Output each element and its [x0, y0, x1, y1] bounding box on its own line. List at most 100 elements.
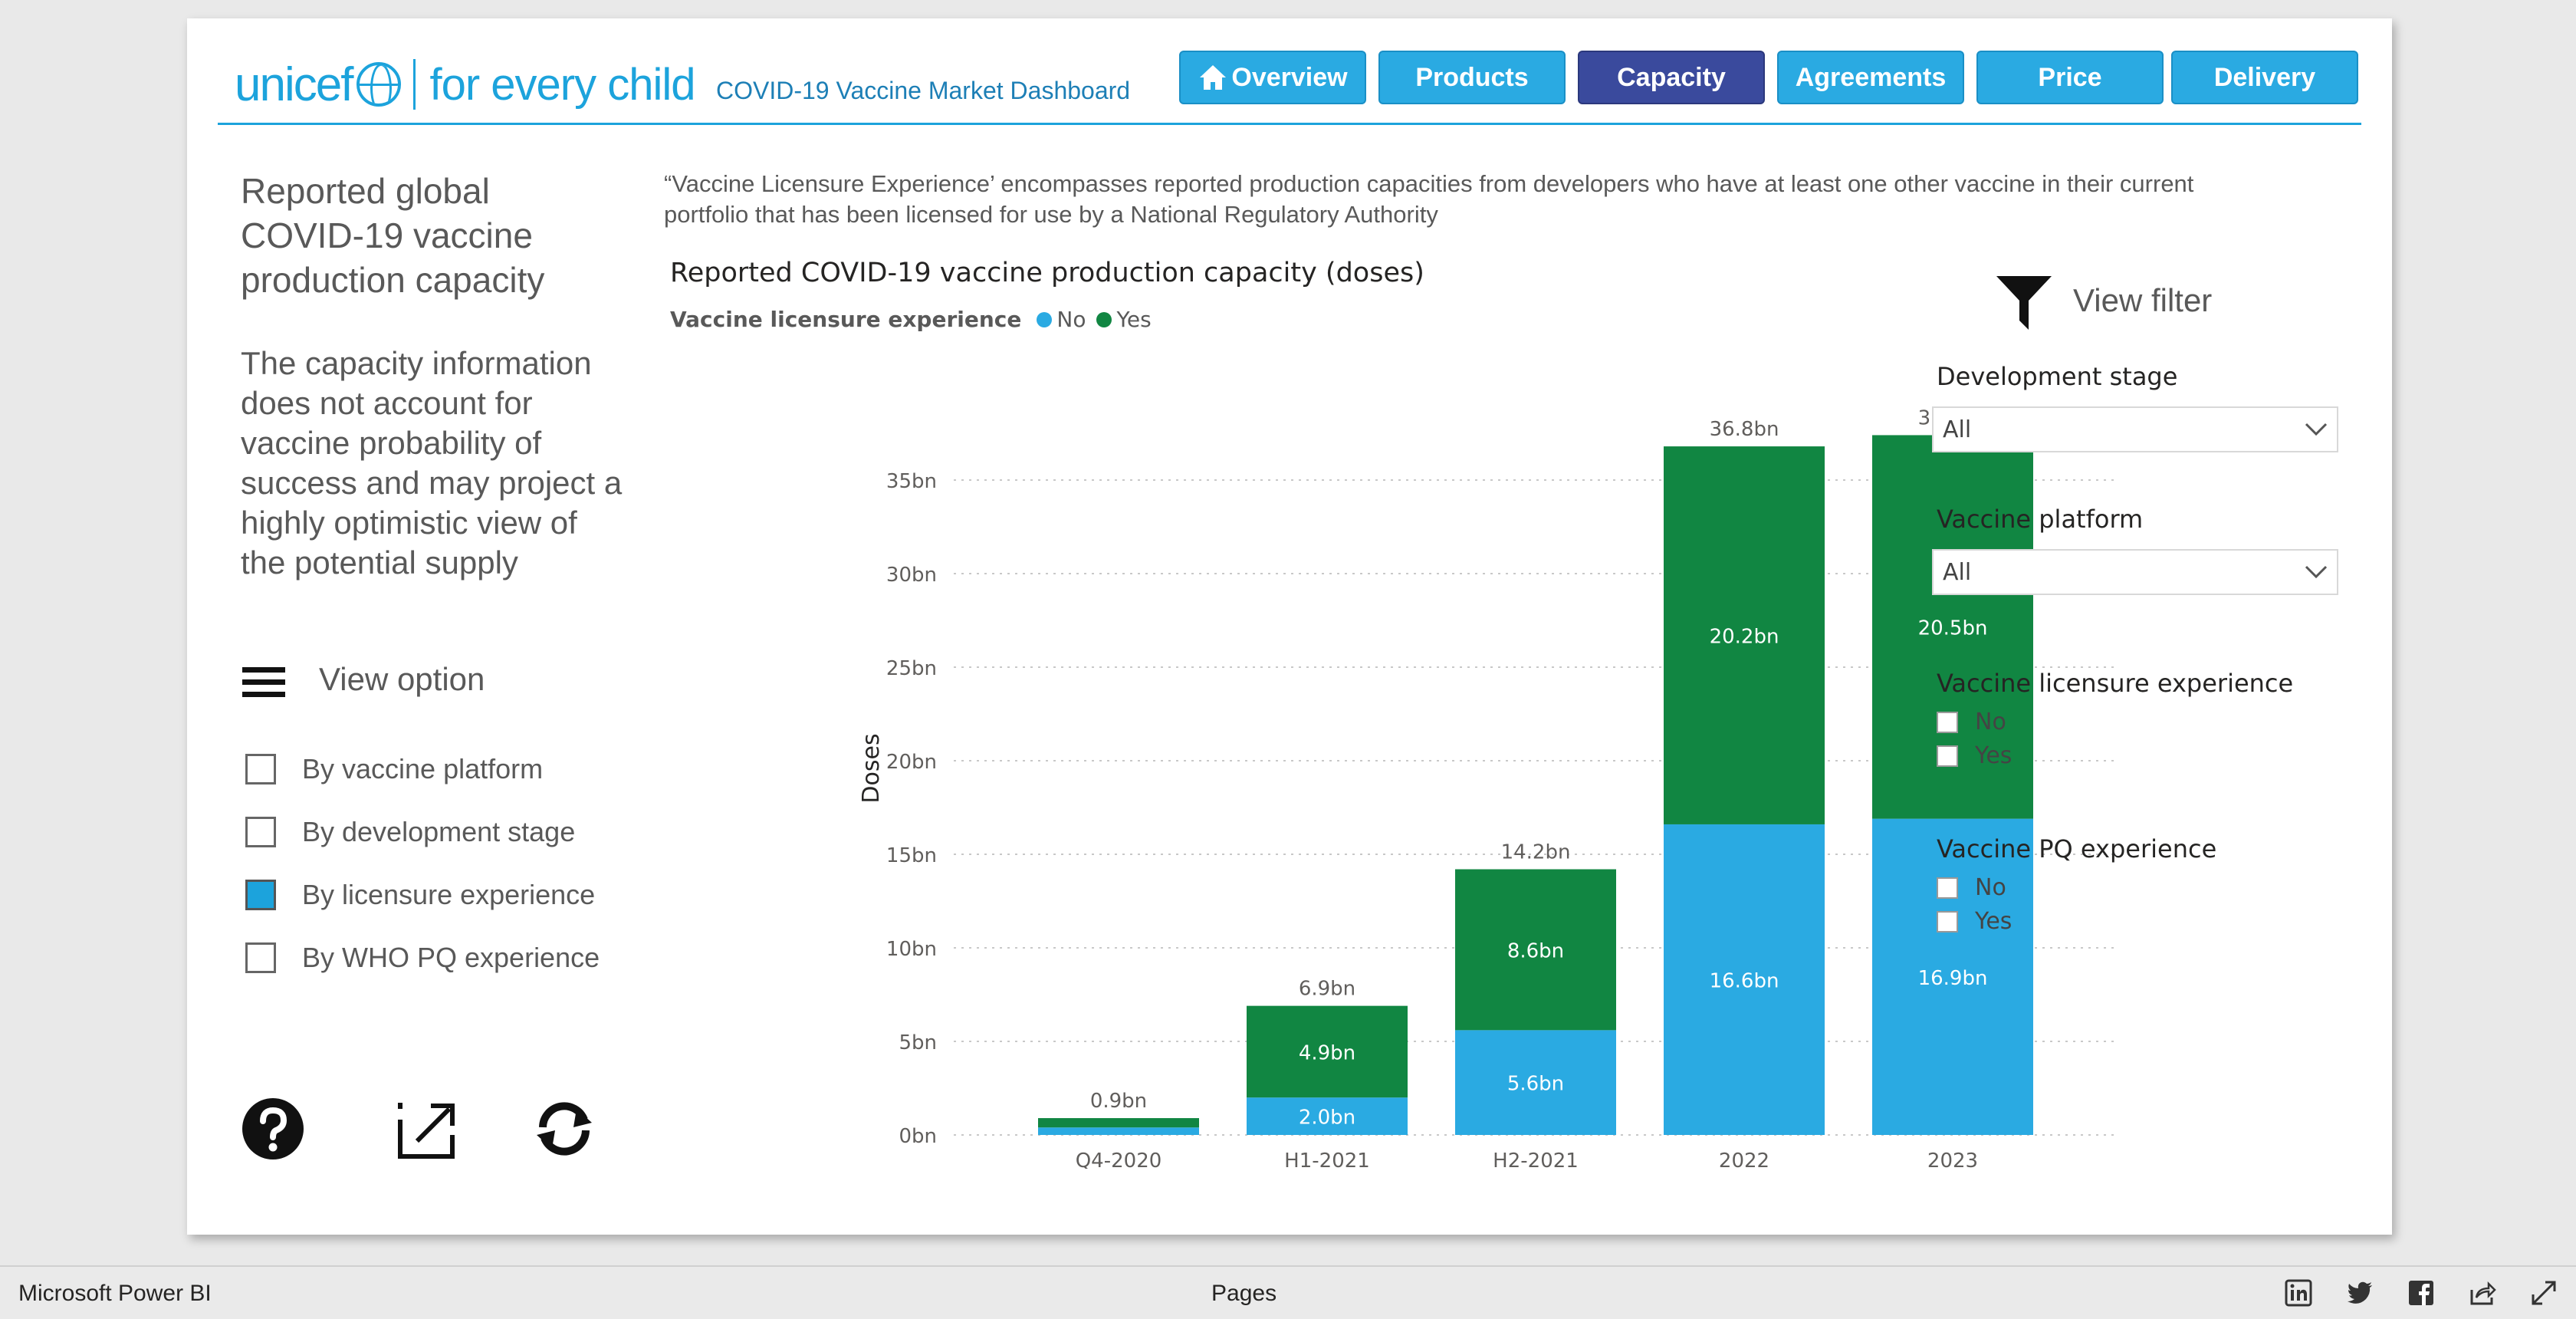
checkbox-label: Yes [1975, 908, 2013, 935]
powerbi-footer-bar: Microsoft Power BI Pages [0, 1265, 2576, 1319]
vaccine-platform-label: Vaccine platform [1937, 505, 2144, 534]
licensure-yes-checkbox[interactable]: Yes [1937, 742, 2012, 769]
checkbox-label: No [1975, 874, 2006, 901]
bar-no-q4-2020 [1038, 1127, 1199, 1135]
view-filter-label: View filter [2073, 282, 2213, 318]
capacity-disclaimer: The capacity information does not accoun… [241, 345, 623, 581]
bar-total-label: 36.8bn [1710, 418, 1779, 441]
chevron-down-icon [2305, 565, 2328, 579]
option-by-development-stage[interactable]: By development stage [245, 816, 575, 848]
y-tick-label: 10bn [886, 938, 937, 961]
pq-yes-checkbox[interactable]: Yes [1937, 908, 2012, 935]
twitter-icon[interactable] [2346, 1279, 2374, 1307]
checkbox[interactable] [245, 817, 276, 847]
checkbox[interactable] [1937, 877, 1958, 899]
header-divider [218, 123, 2361, 125]
nav-agreements-label: Agreements [1795, 62, 1947, 92]
bar-data-label: 2.0bn [1299, 1107, 1355, 1130]
refresh-icon[interactable] [532, 1097, 596, 1161]
nav-products-button[interactable]: Products [1378, 51, 1566, 104]
unicef-logo: unicef for every child [235, 46, 695, 123]
y-axis-label: Doses [858, 733, 885, 803]
y-tick-label: 25bn [886, 657, 937, 680]
help-icon[interactable] [241, 1097, 305, 1161]
menu-icon[interactable] [242, 664, 285, 701]
option-label: By licensure experience [302, 879, 596, 910]
chevron-down-icon [2305, 423, 2328, 436]
development-stage-dropdown[interactable]: All [1932, 406, 2338, 452]
option-label: By vaccine platform [302, 753, 544, 784]
bar-data-label: 16.6bn [1710, 969, 1779, 992]
x-tick-label: 2023 [1927, 1150, 1978, 1169]
development-stage-label: Development stage [1937, 362, 2178, 391]
nav-overview-button[interactable]: Overview [1179, 51, 1366, 104]
facebook-icon[interactable] [2407, 1279, 2435, 1307]
pq-filter-label: Vaccine PQ experience [1937, 834, 2217, 863]
licensure-filter-label: Vaccine licensure experience [1937, 669, 2294, 698]
licensure-note: “Vaccine Licensure Experience’ encompass… [664, 170, 2194, 228]
nav-price-label: Price [2038, 62, 2102, 92]
option-by-vaccine-platform[interactable]: By vaccine platform [245, 753, 543, 785]
app-name[interactable]: Microsoft Power BI [18, 1281, 212, 1307]
bar-total-label: 6.9bn [1299, 978, 1355, 1001]
checkbox[interactable] [245, 754, 276, 784]
licensure-no-checkbox[interactable]: No [1937, 709, 2006, 735]
x-tick-label: 2022 [1719, 1150, 1769, 1169]
nav-agreements-button[interactable]: Agreements [1777, 51, 1964, 104]
chart-title: Reported COVID-19 vaccine production cap… [670, 258, 1424, 288]
legend-label-yes: Yes [1116, 307, 1152, 332]
expand-icon[interactable] [394, 1097, 458, 1161]
pq-no-checkbox[interactable]: No [1937, 874, 2006, 901]
bar-yes-q4-2020 [1038, 1118, 1199, 1128]
legend-item-no[interactable]: No [1037, 307, 1086, 332]
share-icon[interactable] [2469, 1279, 2496, 1307]
globe-icon [356, 62, 402, 107]
checkbox[interactable] [1937, 745, 1958, 767]
y-tick-label: 30bn [886, 564, 937, 587]
legend-item-yes[interactable]: Yes [1096, 307, 1152, 332]
dropdown-value: All [1943, 416, 1972, 443]
bar-data-label: 4.9bn [1299, 1041, 1355, 1064]
checkbox-label: Yes [1975, 742, 2013, 769]
pages-button[interactable]: Pages [1211, 1281, 1276, 1307]
y-tick-label: 20bn [886, 751, 937, 774]
nav-capacity-label: Capacity [1617, 62, 1726, 92]
nav-price-button[interactable]: Price [1976, 51, 2164, 104]
legend-dot-yes [1096, 311, 1112, 327]
y-tick-label: 35bn [886, 470, 937, 493]
legend-dot-no [1037, 311, 1053, 327]
checkbox-label: No [1975, 709, 2006, 735]
view-option-label: View option [319, 661, 485, 697]
bar-total-label: 14.2bn [1501, 841, 1571, 864]
report-canvas: unicef for every child COVID-19 Vaccine … [187, 18, 2392, 1235]
filter-icon[interactable] [1996, 273, 2052, 331]
checkbox-checked[interactable] [245, 880, 276, 910]
vaccine-platform-dropdown[interactable]: All [1932, 549, 2338, 595]
fullscreen-icon[interactable] [2530, 1279, 2558, 1307]
y-tick-label: 5bn [899, 1031, 937, 1054]
bar-data-label: 20.2bn [1710, 626, 1779, 649]
option-by-licensure-experience[interactable]: By licensure experience [245, 879, 595, 911]
nav-delivery-label: Delivery [2213, 62, 2316, 92]
x-tick-label: H1-2021 [1284, 1150, 1370, 1169]
nav-products-label: Products [1415, 62, 1529, 92]
dashboard-title: COVID-19 Vaccine Market Dashboard [716, 77, 1131, 104]
nav-capacity-button[interactable]: Capacity [1578, 51, 1765, 104]
y-tick-label: 15bn [886, 844, 937, 867]
option-label: By development stage [302, 816, 576, 847]
option-by-who-pq-experience[interactable]: By WHO PQ experience [245, 942, 600, 974]
checkbox[interactable] [1937, 910, 1958, 933]
checkbox[interactable] [245, 942, 276, 973]
page-title: Reported global COVID-19 vaccine product… [241, 171, 545, 300]
logo-divider [413, 59, 416, 110]
legend-label-no: No [1056, 307, 1086, 332]
nav-delivery-button[interactable]: Delivery [2171, 51, 2358, 104]
capacity-bar-chart: 0bn 5bn 10bn 15bn 20bn 25bn 30bn 35bn Doses 0.9bn… [858, 406, 2119, 1169]
bar-data-label: 5.6bn [1507, 1073, 1564, 1096]
linkedin-icon[interactable] [2285, 1279, 2312, 1307]
x-tick-label: Q4-2020 [1076, 1150, 1162, 1169]
logo-wordmark: unicef [235, 58, 353, 111]
checkbox[interactable] [1937, 711, 1958, 733]
dropdown-value: All [1943, 558, 1972, 586]
bar-total-label: 0.9bn [1090, 1090, 1147, 1113]
